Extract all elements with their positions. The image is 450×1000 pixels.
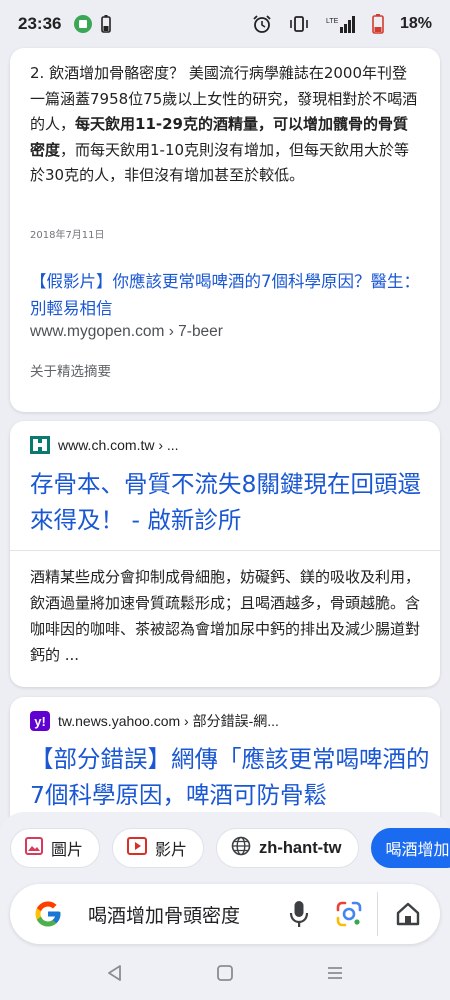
- battery-low-icon: [372, 14, 384, 34]
- chip-query-suggestion[interactable]: 喝酒增加: [370, 828, 450, 868]
- result-title-link[interactable]: 存骨本、骨質不流失8關鍵現在回頭還來得及！ - 啟新診所: [30, 466, 430, 538]
- chip-videos[interactable]: 影片: [112, 828, 205, 868]
- recents-menu-icon[interactable]: [320, 958, 350, 988]
- google-lens-icon[interactable]: [331, 896, 367, 932]
- featured-snippet-text: 2. 飲酒增加骨骼密度？ 美國流行病學雜誌在2000年刊登一篇涵蓋7958位75…: [30, 61, 422, 189]
- system-navigation-bar: [0, 945, 450, 1000]
- video-icon: [127, 837, 148, 859]
- globe-icon: [231, 836, 251, 861]
- snippet-part: ，而每天飲用1-10克則沒有增加，但每天飲用大於等於30克的人，非但沒有增加甚至…: [30, 140, 410, 185]
- status-bar: 23:36 LTE 18%: [0, 0, 450, 48]
- divider: [377, 892, 378, 936]
- ch-favicon-icon: [30, 435, 50, 455]
- snippet-date: 2018年7月11日: [30, 230, 105, 241]
- chip-label: 影片: [155, 840, 188, 859]
- back-icon[interactable]: [100, 958, 130, 988]
- yahoo-favicon-icon: y!: [30, 711, 50, 731]
- battery-percent: 18%: [399, 15, 432, 32]
- image-icon: [25, 837, 43, 859]
- result-title-link[interactable]: 【部分錯誤】網傳「應該更常喝啤酒的7個科學原因，啤酒可防骨鬆: [30, 741, 430, 813]
- microphone-icon[interactable]: [281, 896, 317, 932]
- result-source[interactable]: www.ch.com.tw › ...: [30, 435, 179, 455]
- featured-result-url: www.mygopen.com › 7-beer: [30, 323, 223, 340]
- battery-saver-icon: [101, 15, 112, 33]
- search-result-card: www.ch.com.tw › ... 存骨本、骨質不流失8關鍵現在回頭還來得及…: [10, 421, 440, 687]
- filter-chips: 圖片 影片 zh-hant-tw 喝酒增加: [10, 828, 450, 868]
- chip-images[interactable]: 圖片: [10, 828, 101, 868]
- status-time: 23:36: [18, 14, 62, 33]
- home-button-icon[interactable]: [210, 958, 240, 988]
- vibrate-icon: [288, 14, 310, 34]
- alarm-icon: [252, 14, 272, 34]
- google-g-icon: [30, 896, 66, 932]
- chip-label: zh-hant-tw: [259, 838, 342, 857]
- featured-result-link[interactable]: 【假影片】你應該更常喝啤酒的7個科學原因？醫生：別輕易相信: [30, 268, 420, 322]
- result-source[interactable]: y! tw.news.yahoo.com › 部分錯誤-網...: [30, 711, 279, 731]
- chip-label: 喝酒增加: [385, 840, 450, 859]
- chip-label: 圖片: [51, 840, 84, 859]
- result-site-url: tw.news.yahoo.com › 部分錯誤-網...: [58, 713, 279, 729]
- svg-text:LTE: LTE: [326, 18, 339, 25]
- result-site-url: www.ch.com.tw › ...: [58, 437, 179, 453]
- search-bar[interactable]: 喝酒增加骨頭密度: [10, 884, 440, 944]
- app-notification-icon: [73, 14, 93, 34]
- chip-language[interactable]: zh-hant-tw: [216, 828, 359, 868]
- home-icon[interactable]: [390, 896, 426, 932]
- signal-icon: LTE: [326, 15, 356, 33]
- search-query-text[interactable]: 喝酒增加骨頭密度: [88, 901, 281, 928]
- featured-snippet-card: 2. 飲酒增加骨骼密度？ 美國流行病學雜誌在2000年刊登一篇涵蓋7958位75…: [10, 48, 440, 412]
- result-description: 酒精某些成分會抑制成骨細胞，妨礙鈣、鎂的吸收及利用，飲酒過量將加速骨質疏鬆形成；…: [30, 568, 421, 664]
- divider: [10, 550, 440, 551]
- about-featured-snippets-link[interactable]: 关于精选摘要: [30, 360, 111, 380]
